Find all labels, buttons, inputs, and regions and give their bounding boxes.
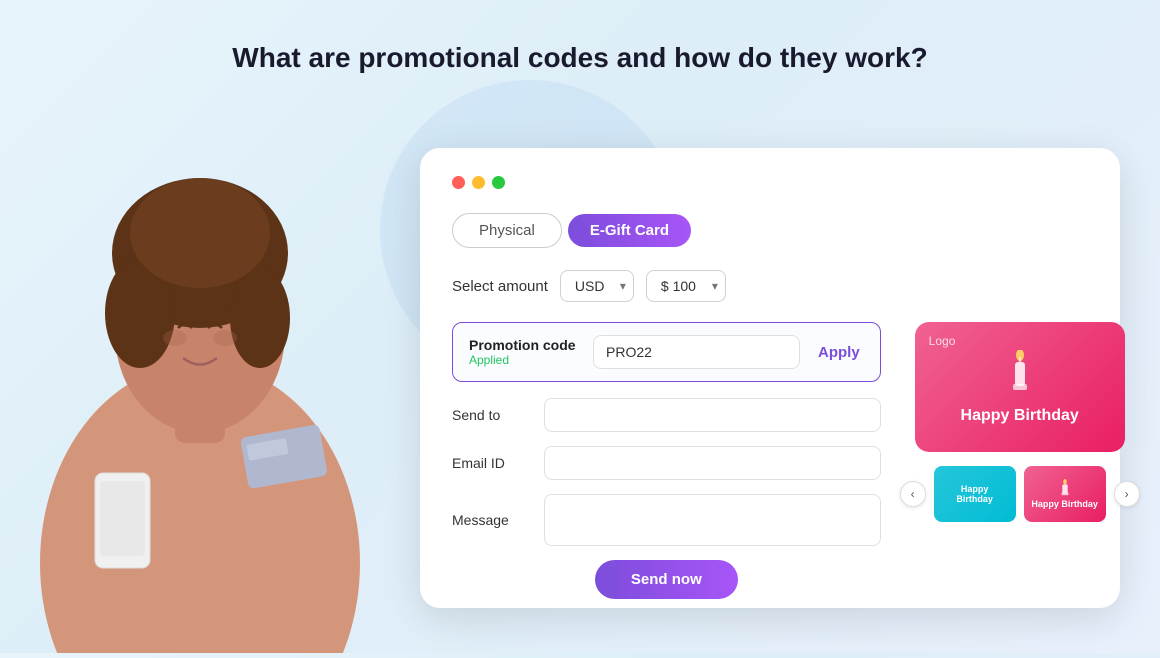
maximize-dot[interactable] xyxy=(492,176,505,189)
amount-wrapper: $50 $ 100 $150 $200 xyxy=(646,270,726,302)
email-row: Email ID xyxy=(452,446,881,480)
thumb-candle-icon xyxy=(1058,479,1072,497)
message-input[interactable] xyxy=(544,494,881,546)
gift-card-greeting: Happy Birthday xyxy=(961,407,1079,425)
thumb-teal-line2: Birthday xyxy=(956,494,993,504)
select-amount-label: Select amount xyxy=(452,278,548,295)
currency-select[interactable]: USD EUR GBP xyxy=(560,270,634,302)
tab-physical[interactable]: Physical xyxy=(452,213,562,248)
message-row: Message xyxy=(452,494,881,546)
select-amount-row: Select amount USD EUR GBP $50 $ 100 $150… xyxy=(452,270,1088,302)
gift-card-logo: Logo xyxy=(929,334,956,348)
thumb-pink-text: Happy Birthday xyxy=(1031,499,1098,509)
tab-row: Physical E-Gift Card xyxy=(452,213,1088,248)
minimize-dot[interactable] xyxy=(472,176,485,189)
apply-button[interactable]: Apply xyxy=(814,344,864,361)
thumb-card-teal[interactable]: Happy Birthday xyxy=(934,466,1016,522)
form-side: Promotion code Applied Apply Send to Ema… xyxy=(452,322,881,599)
email-label: Email ID xyxy=(452,455,532,471)
send-to-row: Send to xyxy=(452,398,881,432)
content-area: Promotion code Applied Apply Send to Ema… xyxy=(452,322,1088,599)
thumb-teal-line1: Happy xyxy=(961,484,989,494)
window-controls xyxy=(452,176,1088,189)
gift-card-preview: Logo Happy Birthday xyxy=(915,322,1125,452)
send-to-input[interactable] xyxy=(544,398,881,432)
promo-input[interactable] xyxy=(593,335,800,369)
send-to-label: Send to xyxy=(452,407,532,423)
person-image xyxy=(0,43,400,653)
thumb-card-pink[interactable]: Happy Birthday xyxy=(1024,466,1106,522)
prev-button[interactable]: ‹ xyxy=(900,481,926,507)
thumbnail-row: ‹ Happy Birthday Happy Birthday › xyxy=(900,466,1140,522)
card-preview-side: Logo Happy Birthday xyxy=(905,322,1135,599)
main-card: Physical E-Gift Card Select amount USD E… xyxy=(420,148,1120,608)
send-now-button[interactable]: Send now xyxy=(595,560,738,599)
promo-applied: Applied xyxy=(469,353,579,367)
candle-icon xyxy=(1004,350,1036,401)
tab-egift[interactable]: E-Gift Card xyxy=(568,214,691,247)
amount-select[interactable]: $50 $ 100 $150 $200 xyxy=(646,270,726,302)
message-label: Message xyxy=(452,512,532,528)
close-dot[interactable] xyxy=(452,176,465,189)
promo-label-group: Promotion code Applied xyxy=(469,337,579,367)
promo-box: Promotion code Applied Apply xyxy=(452,322,881,382)
email-input[interactable] xyxy=(544,446,881,480)
currency-wrapper: USD EUR GBP xyxy=(560,270,634,302)
next-button[interactable]: › xyxy=(1114,481,1140,507)
promo-label: Promotion code xyxy=(469,337,579,353)
